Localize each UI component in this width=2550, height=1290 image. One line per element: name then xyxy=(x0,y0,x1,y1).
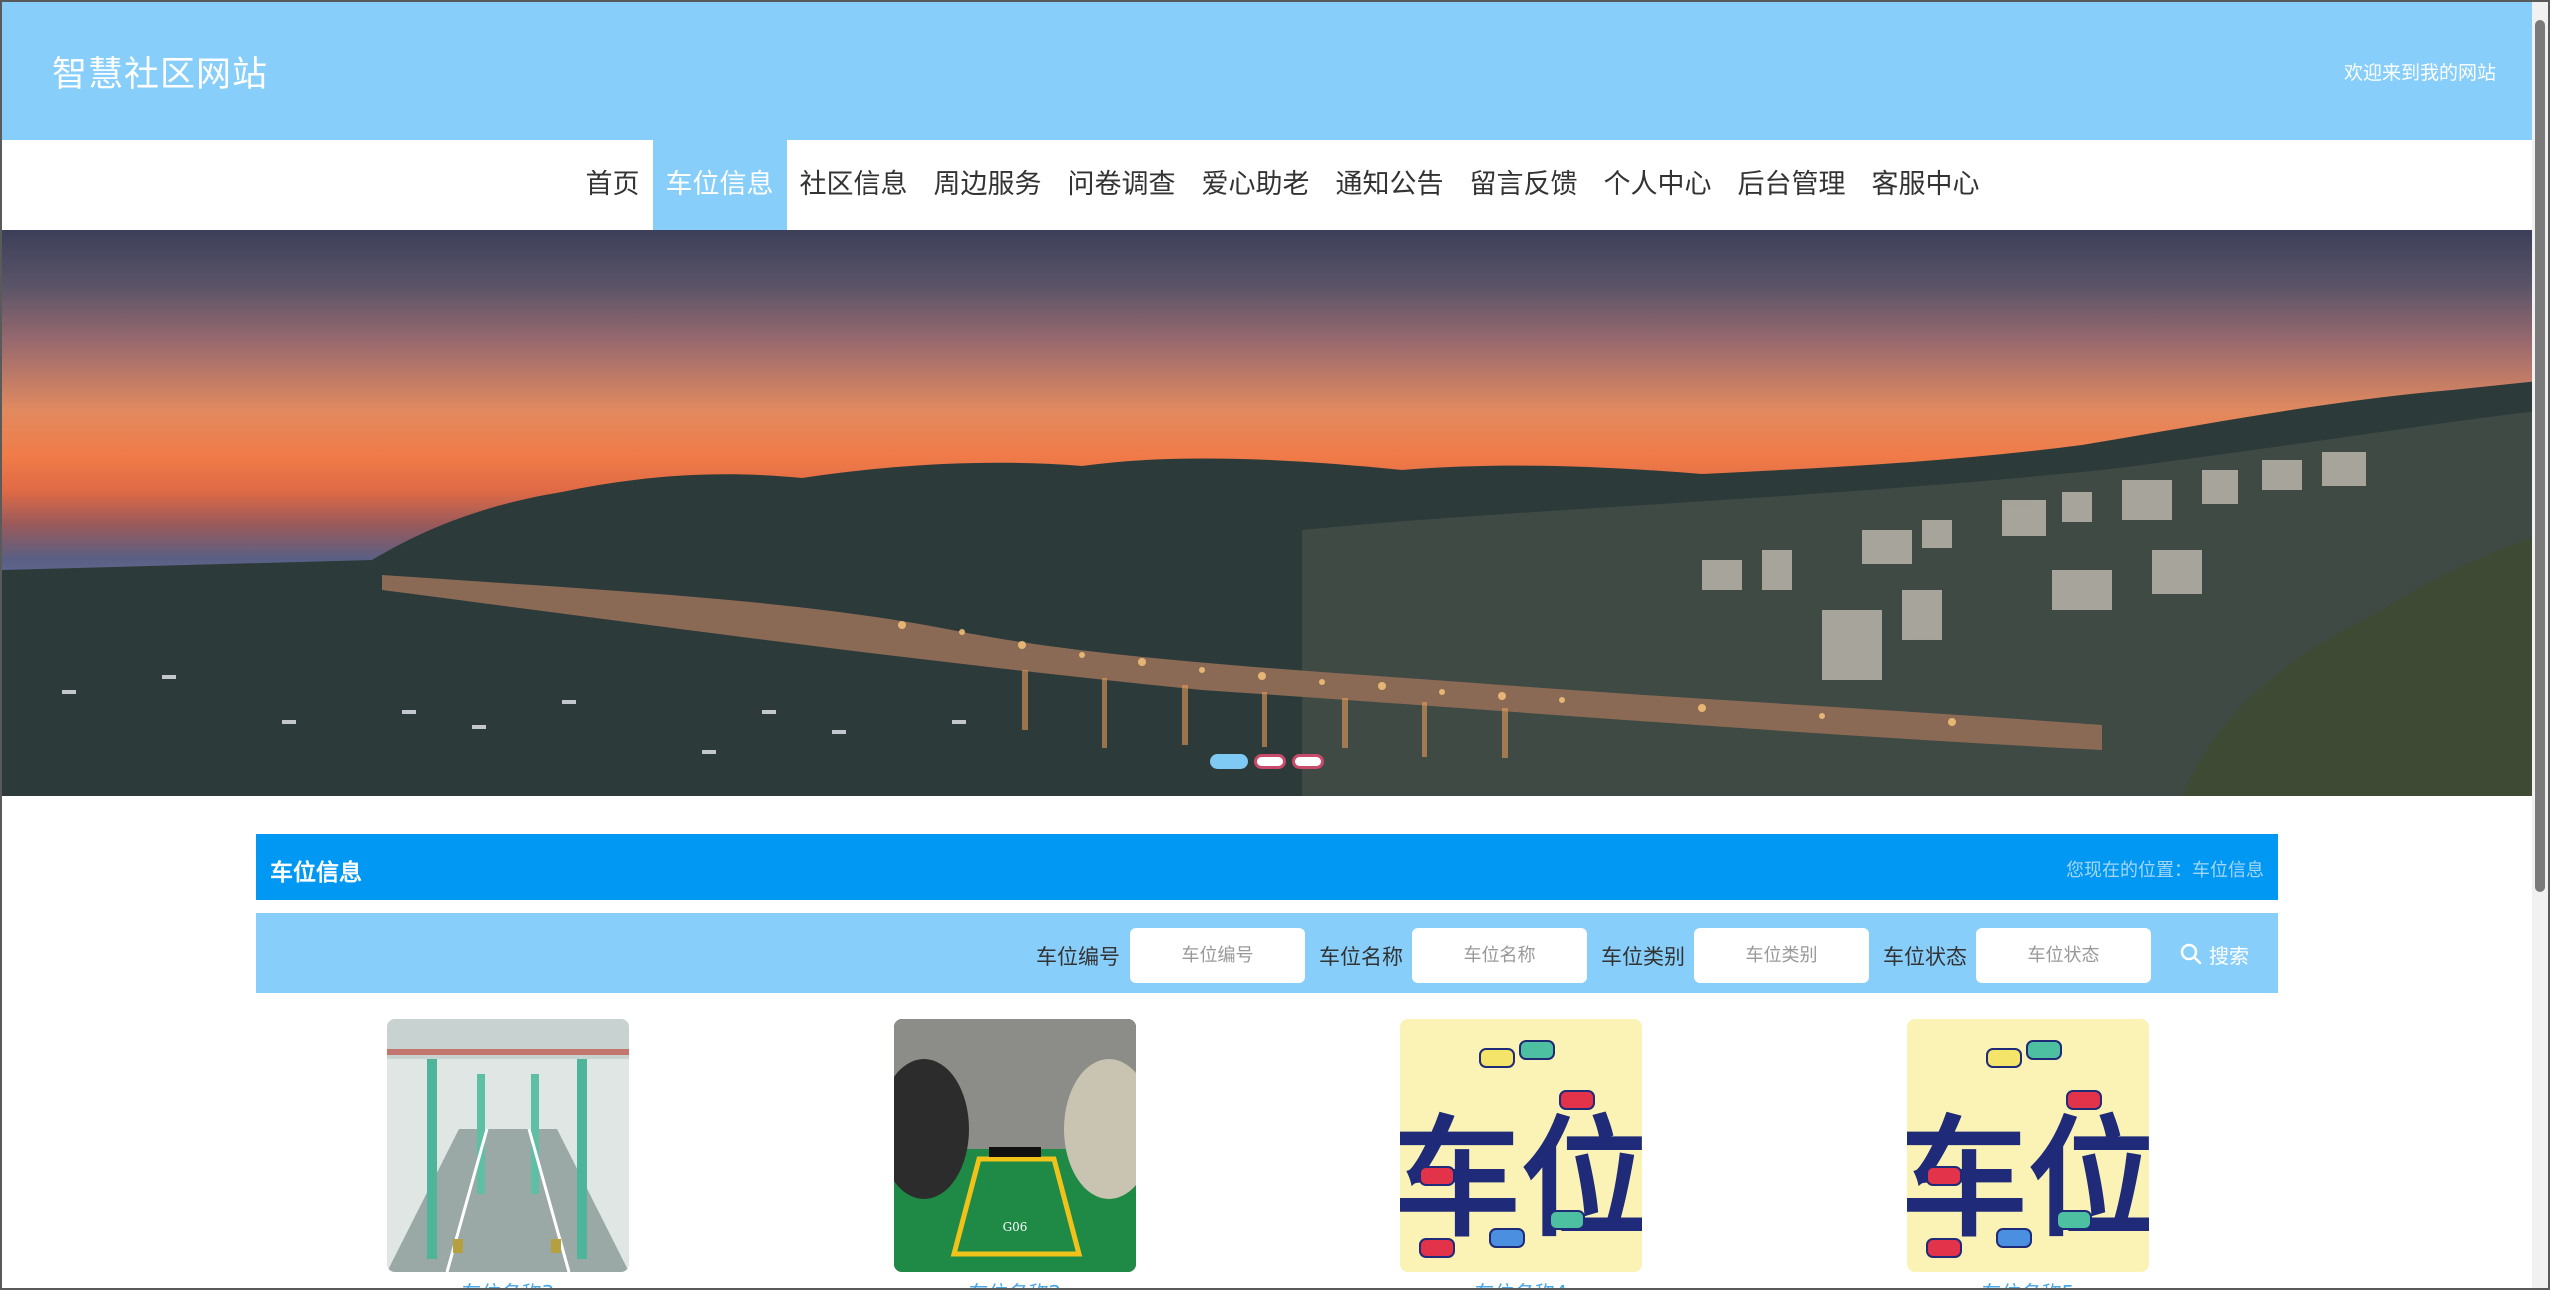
nav-item-admin[interactable]: 后台管理 xyxy=(1725,140,1859,230)
nav-item-home[interactable]: 首页 xyxy=(573,140,653,230)
parking-card-name[interactable]: 车位名称4 xyxy=(1400,1277,1642,1288)
parking-card[interactable]: 车位 车位名称4 xyxy=(1400,1019,1642,1288)
field-label-space-status: 车位状态 xyxy=(1883,945,1967,969)
carousel-dot-1[interactable] xyxy=(1210,754,1248,769)
space-code-text: G06 xyxy=(1003,1220,1028,1234)
parking-card[interactable]: G06 车位名称2 xyxy=(894,1019,1136,1288)
search-icon xyxy=(2180,943,2202,965)
welcome-text: 欢迎来到我的网站 xyxy=(2343,62,2496,84)
site-header: 智慧社区网站 欢迎来到我的网站 xyxy=(2,2,2548,140)
nav-item-elderly-care[interactable]: 爱心助老 xyxy=(1189,140,1323,230)
parking-card[interactable]: 车位 车位名称5 xyxy=(1907,1019,2149,1288)
nav-item-community[interactable]: 社区信息 xyxy=(787,140,921,230)
nav-item-profile[interactable]: 个人中心 xyxy=(1591,140,1725,230)
field-label-space-category: 车位类别 xyxy=(1601,945,1685,969)
space-status-input[interactable] xyxy=(1976,928,2151,983)
section-header: 车位信息 您现在的位置：车位信息 xyxy=(256,834,2278,900)
nav-item-customer-service[interactable]: 客服中心 xyxy=(1859,140,1993,230)
parking-card-name[interactable]: 车位名称3 xyxy=(387,1277,629,1288)
space-name-input[interactable] xyxy=(1412,928,1587,983)
scrollbar-thumb[interactable] xyxy=(2535,20,2545,892)
carousel-dot-2[interactable] xyxy=(1254,754,1286,769)
site-title[interactable]: 智慧社区网站 xyxy=(52,46,268,97)
search-button[interactable]: 搜索 xyxy=(2179,937,2249,971)
main-nav: 首页 车位信息 社区信息 周边服务 问卷调查 爱心助老 通知公告 留言反馈 个人… xyxy=(2,140,2548,230)
field-label-space-name: 车位名称 xyxy=(1319,945,1403,969)
carousel-dot-3[interactable] xyxy=(1292,754,1324,769)
carousel-indicators xyxy=(1210,754,1324,769)
parking-space-g06-photo[interactable]: G06 xyxy=(894,1019,1136,1272)
space-category-input[interactable] xyxy=(1694,928,1869,983)
nav-item-notices[interactable]: 通知公告 xyxy=(1323,140,1457,230)
nav-item-feedback[interactable]: 留言反馈 xyxy=(1457,140,1591,230)
parking-cartoon-logo[interactable]: 车位 xyxy=(1907,1019,2149,1272)
nav-item-survey[interactable]: 问卷调查 xyxy=(1055,140,1189,230)
space-number-input[interactable] xyxy=(1130,928,1305,983)
breadcrumb: 您现在的位置：车位信息 xyxy=(2066,860,2264,881)
parking-card-name[interactable]: 车位名称2 xyxy=(894,1277,1136,1288)
field-label-space-number: 车位编号 xyxy=(1036,945,1120,969)
parking-cartoon-logo[interactable]: 车位 xyxy=(1400,1019,1642,1272)
section-title: 车位信息 xyxy=(270,860,362,886)
browser-viewport: 智慧社区网站 欢迎来到我的网站 首页 车位信息 社区信息 周边服务 问卷调查 爱… xyxy=(0,0,2550,1290)
search-button-label: 搜索 xyxy=(2209,943,2249,968)
parking-card-name[interactable]: 车位名称5 xyxy=(1907,1277,2149,1288)
search-bar: 车位编号 车位名称 车位类别 车位状态 搜索 xyxy=(256,913,2278,993)
scrollbar-track[interactable] xyxy=(2532,2,2548,1288)
parking-card[interactable]: 车位名称3 xyxy=(387,1019,629,1288)
nav-item-parking[interactable]: 车位信息 xyxy=(652,140,787,230)
parking-garage-photo[interactable] xyxy=(387,1019,629,1272)
nav-item-nearby-services[interactable]: 周边服务 xyxy=(921,140,1055,230)
banner-carousel[interactable] xyxy=(2,230,2548,796)
harbor-sunset-image xyxy=(2,380,2548,796)
